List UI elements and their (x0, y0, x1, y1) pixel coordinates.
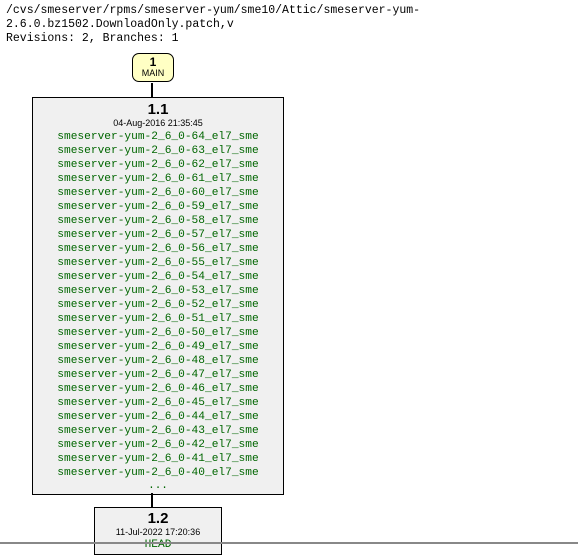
tag: smeserver-yum-2_6_0-53_el7_sme (39, 284, 277, 298)
tag: smeserver-yum-2_6_0-40_el7_sme (39, 466, 277, 480)
tag-list: smeserver-yum-2_6_0-64_el7_smesmeserver-… (39, 130, 277, 480)
tag: smeserver-yum-2_6_0-41_el7_sme (39, 452, 277, 466)
tag: smeserver-yum-2_6_0-60_el7_sme (39, 186, 277, 200)
tag: smeserver-yum-2_6_0-56_el7_sme (39, 242, 277, 256)
tag: smeserver-yum-2_6_0-50_el7_sme (39, 326, 277, 340)
tag: smeserver-yum-2_6_0-62_el7_sme (39, 158, 277, 172)
head-label: HEAD (101, 539, 215, 551)
tag: smeserver-yum-2_6_0-59_el7_sme (39, 200, 277, 214)
tag: smeserver-yum-2_6_0-52_el7_sme (39, 298, 277, 312)
revision-date: 11-Jul-2022 17:20:36 (101, 528, 215, 538)
tag: smeserver-yum-2_6_0-58_el7_sme (39, 214, 277, 228)
tag: smeserver-yum-2_6_0-46_el7_sme (39, 382, 277, 396)
tag: smeserver-yum-2_6_0-42_el7_sme (39, 438, 277, 452)
tag: smeserver-yum-2_6_0-54_el7_sme (39, 270, 277, 284)
header: /cvs/smeserver/rpms/smeserver-yum/sme10/… (0, 0, 578, 47)
tag: smeserver-yum-2_6_0-43_el7_sme (39, 424, 277, 438)
branch-node-main[interactable]: 1 MAIN (132, 53, 174, 82)
connector-line (151, 493, 153, 507)
tag: smeserver-yum-2_6_0-51_el7_sme (39, 312, 277, 326)
revision-node-1-1[interactable]: 1.1 04-Aug-2016 21:35:45 smeserver-yum-2… (32, 97, 284, 494)
tag: smeserver-yum-2_6_0-61_el7_sme (39, 172, 277, 186)
tag: smeserver-yum-2_6_0-47_el7_sme (39, 368, 277, 382)
revisions-summary: Revisions: 2, Branches: 1 (6, 32, 572, 46)
tags-ellipsis: ... (39, 480, 277, 492)
tag: smeserver-yum-2_6_0-49_el7_sme (39, 340, 277, 354)
tag: smeserver-yum-2_6_0-45_el7_sme (39, 396, 277, 410)
revision-number: 1.2 (101, 511, 215, 528)
revision-graph: 1 MAIN 1.1 04-Aug-2016 21:35:45 smeserve… (0, 47, 578, 544)
branch-number: 1 (137, 56, 169, 68)
connector-line (151, 83, 153, 97)
revision-node-1-2[interactable]: 1.2 11-Jul-2022 17:20:36 HEAD (94, 507, 222, 555)
tag: smeserver-yum-2_6_0-55_el7_sme (39, 256, 277, 270)
tag: smeserver-yum-2_6_0-48_el7_sme (39, 354, 277, 368)
tag: smeserver-yum-2_6_0-63_el7_sme (39, 144, 277, 158)
revision-number: 1.1 (39, 102, 277, 119)
cvs-path: /cvs/smeserver/rpms/smeserver-yum/sme10/… (6, 4, 572, 32)
tag: smeserver-yum-2_6_0-64_el7_sme (39, 130, 277, 144)
tag: smeserver-yum-2_6_0-57_el7_sme (39, 228, 277, 242)
branch-name: MAIN (137, 69, 169, 78)
tag: smeserver-yum-2_6_0-44_el7_sme (39, 410, 277, 424)
revision-date: 04-Aug-2016 21:35:45 (39, 119, 277, 129)
